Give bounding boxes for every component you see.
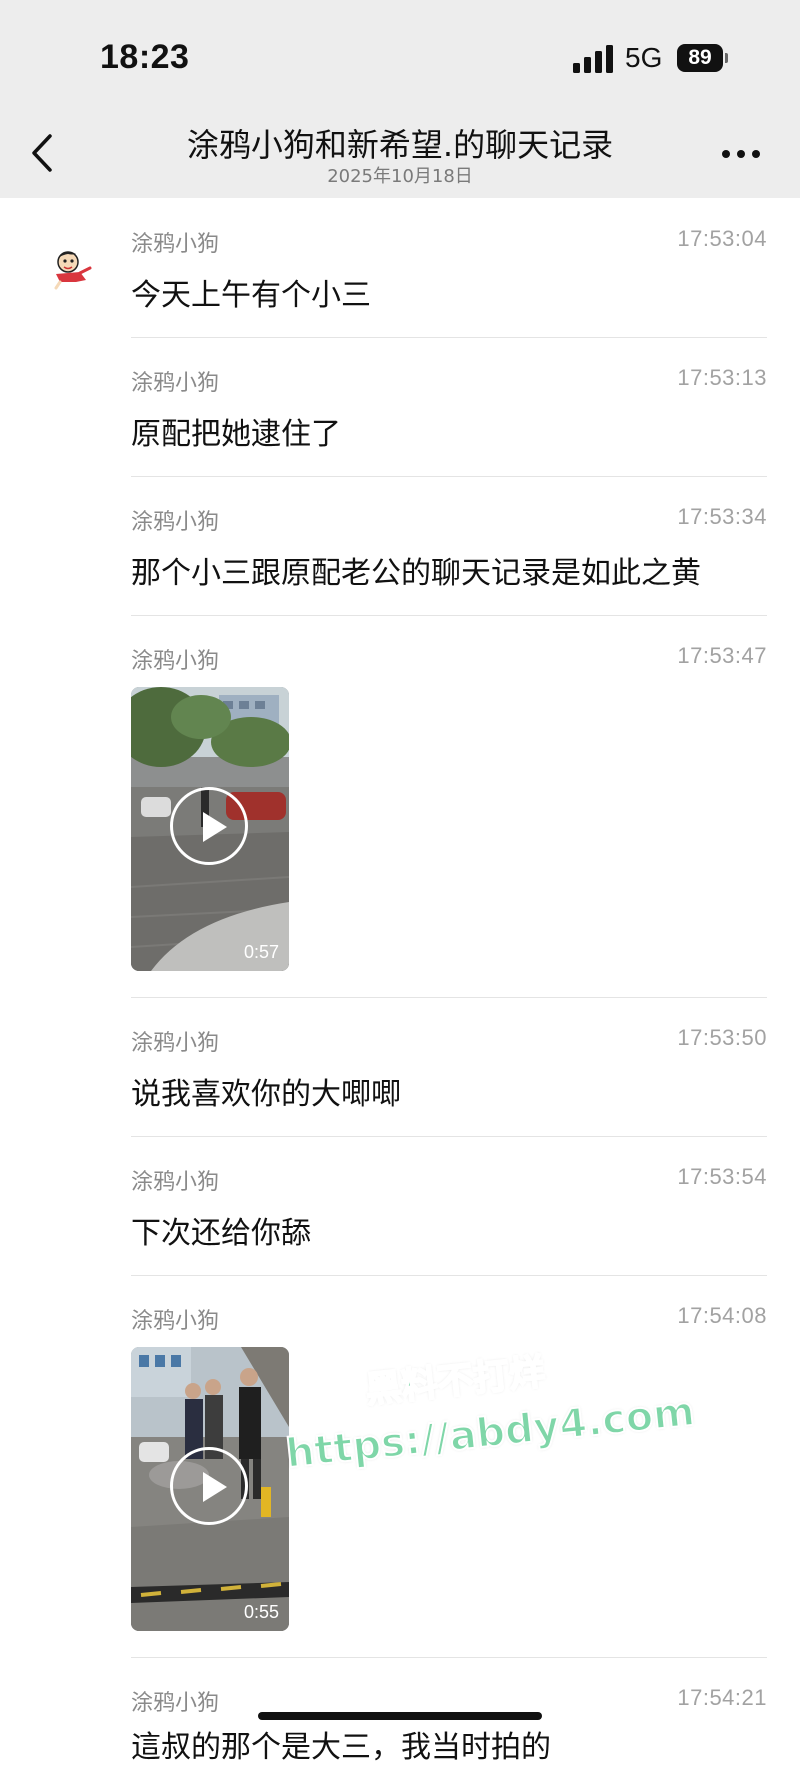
divider	[131, 615, 767, 616]
message-text: 说我喜欢你的大唧唧	[131, 1077, 401, 1112]
sender-name: 涂鸦小狗	[131, 510, 220, 535]
message-item[interactable]: 涂鸦小狗 17:53:04 今天上午有个小三	[131, 226, 767, 316]
message-item[interactable]: 涂鸦小狗 17:53:13 原配把她逮住了	[131, 365, 767, 455]
message-time: 17:54:08	[677, 1303, 767, 1328]
message-item[interactable]: 涂鸦小狗 17:53:34 那个小三跟原配老公的聊天记录是如此之黄	[131, 504, 767, 594]
video-thumbnail[interactable]: 0:57	[131, 687, 289, 971]
sender-name: 涂鸦小狗	[131, 1309, 220, 1334]
message-time: 17:53:04	[677, 226, 767, 251]
sender-name: 涂鸦小狗	[131, 1031, 220, 1056]
play-icon[interactable]	[170, 787, 248, 865]
message-item[interactable]: 涂鸦小狗 17:53:54 下次还给你舔	[131, 1164, 767, 1254]
message-text: 這叔的那个是大三，我当时拍的	[131, 1730, 551, 1765]
battery-cap	[725, 53, 728, 63]
more-button[interactable]	[722, 150, 762, 160]
video-duration: 0:55	[243, 1602, 279, 1622]
message-text: 今天上午有个小三	[131, 278, 371, 313]
sender-name: 涂鸦小狗	[131, 232, 220, 257]
message-time: 17:53:54	[677, 1164, 767, 1189]
sender-name: 涂鸦小狗	[131, 1170, 220, 1195]
chat-title: 涂鸦小狗和新希望.的聊天记录	[186, 126, 614, 164]
message-time: 17:53:50	[677, 1025, 767, 1050]
status-time: 18:23	[100, 38, 190, 76]
message-text: 下次还给你舔	[131, 1216, 311, 1251]
divider	[131, 337, 767, 338]
battery-icon: 89	[677, 44, 723, 72]
cellular-signal-icon	[573, 45, 615, 73]
message-text: 原配把她逮住了	[131, 417, 341, 452]
message-time: 17:53:47	[677, 643, 767, 668]
divider	[131, 1136, 767, 1137]
play-icon[interactable]	[170, 1447, 248, 1525]
message-time: 17:53:13	[677, 365, 767, 390]
message-time: 17:53:34	[677, 504, 767, 529]
video-thumbnail[interactable]: 0:55	[131, 1347, 289, 1631]
message-text: 那个小三跟原配老公的聊天记录是如此之黄	[131, 556, 701, 591]
avatar[interactable]	[46, 246, 94, 294]
network-type: 5G	[625, 42, 663, 73]
divider	[131, 997, 767, 998]
home-indicator[interactable]	[258, 1712, 542, 1720]
divider	[131, 1657, 767, 1658]
message-item[interactable]: 涂鸦小狗 17:53:50 说我喜欢你的大唧唧	[131, 1025, 767, 1115]
sender-name: 涂鸦小狗	[131, 371, 220, 396]
divider	[131, 476, 767, 477]
message-time: 17:54:21	[677, 1685, 767, 1710]
more-horizontal-icon	[722, 150, 730, 158]
sender-name: 涂鸦小狗	[131, 1691, 220, 1716]
message-item[interactable]: 涂鸦小狗 17:53:47 0:57	[131, 643, 767, 973]
sender-name: 涂鸦小狗	[131, 649, 220, 674]
video-duration: 0:57	[243, 942, 279, 962]
top-bar: 18:23 5G 89 涂鸦小狗和新希望.的聊天记录 2025年10月18日	[0, 0, 800, 198]
chat-date: 2025年10月18日	[327, 166, 473, 187]
divider	[131, 1275, 767, 1276]
